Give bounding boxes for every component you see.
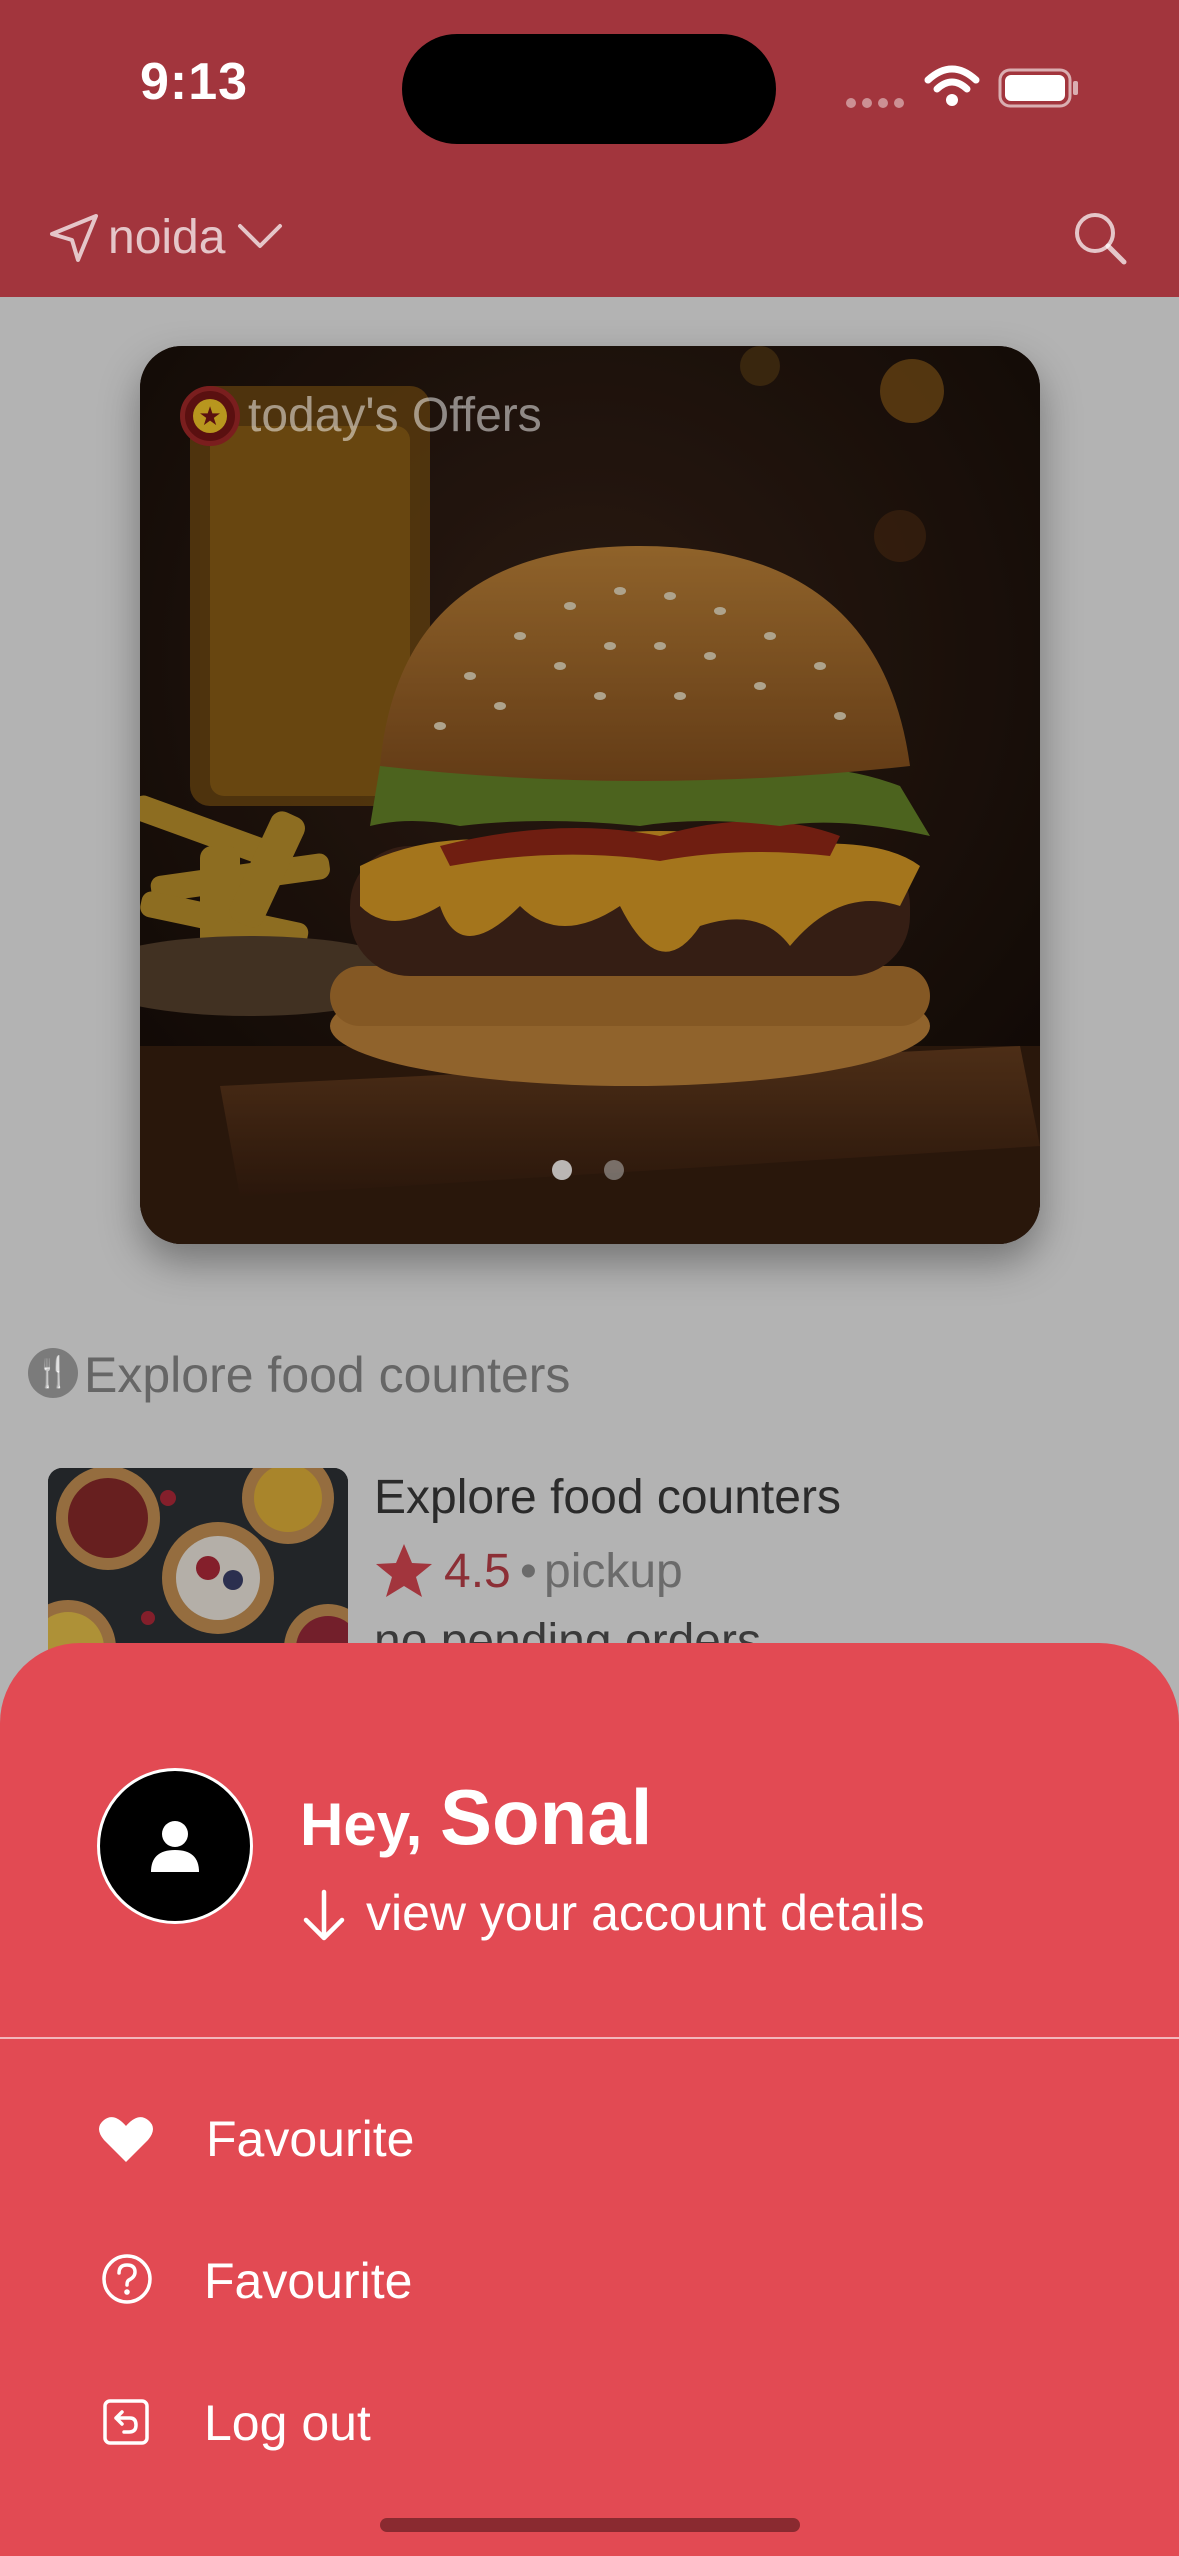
heart-icon[interactable] (98, 2114, 154, 2164)
battery-icon (998, 68, 1078, 108)
user-name: Sonal (440, 1773, 653, 1861)
menu-item-favourite[interactable]: Favourite (206, 2110, 414, 2168)
person-icon (151, 1821, 199, 1872)
carousel-dot-2[interactable] (604, 1160, 624, 1180)
star-icon (376, 1544, 432, 1597)
location-label[interactable]: noida (108, 210, 225, 265)
chevron-down-icon[interactable] (236, 220, 284, 252)
counter-name[interactable]: Explore food counters (374, 1470, 841, 1525)
location-arrow-icon[interactable] (48, 212, 100, 264)
carousel-page-indicator[interactable] (552, 1160, 656, 1185)
question-circle-icon[interactable] (100, 2252, 154, 2306)
logout-icon[interactable] (102, 2398, 150, 2446)
carousel-dot-1[interactable] (552, 1160, 572, 1180)
avatar[interactable] (97, 1768, 253, 1924)
search-icon[interactable] (1070, 208, 1130, 268)
menu-item-favourite-help[interactable]: Favourite (204, 2252, 412, 2310)
cellular-signal-icon (846, 95, 910, 113)
offers-title: today's Offers (248, 389, 542, 442)
offer-carousel-card[interactable] (140, 346, 1040, 1244)
counter-rating: 4.5 (444, 1545, 511, 1598)
counter-separator: • (520, 1545, 537, 1598)
status-time: 9:13 (140, 53, 249, 111)
account-details-link[interactable]: view your account details (366, 1884, 925, 1942)
menu-item-logout[interactable]: Log out (204, 2394, 371, 2452)
home-indicator[interactable] (380, 2518, 800, 2532)
divider (0, 2037, 1179, 2039)
wifi-icon (924, 65, 980, 106)
counter-mode: pickup (544, 1545, 683, 1598)
dynamic-island (402, 34, 776, 144)
fork-knife-icon: 🍴 (28, 1348, 78, 1398)
arrow-down-icon[interactable] (302, 1888, 346, 1944)
section-title: Explore food counters (84, 1347, 571, 1403)
greeting-label: Hey, (300, 1791, 423, 1858)
burger-image (140, 346, 1040, 1244)
star-badge-icon: ★ (180, 386, 240, 446)
